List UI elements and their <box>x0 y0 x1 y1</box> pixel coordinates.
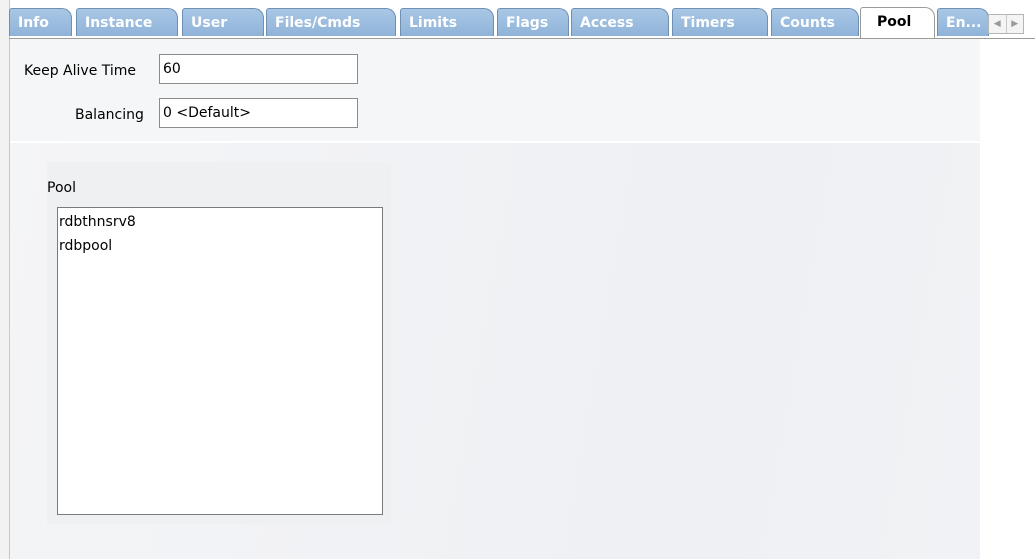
tab-instance[interactable]: Instance <box>76 8 178 36</box>
tab-access[interactable]: Access <box>571 8 669 36</box>
chevron-left-icon[interactable]: ◀ <box>989 15 1006 33</box>
tab-limits[interactable]: Limits <box>400 8 494 36</box>
tab-env[interactable]: En... <box>937 8 989 36</box>
settings-panel <box>10 39 980 143</box>
keep-alive-time-label: Keep Alive Time <box>24 63 137 79</box>
list-item[interactable]: rdbthnsrv8 <box>58 210 382 234</box>
window-left-edge <box>0 0 10 559</box>
balancing-label: Balancing <box>75 107 144 123</box>
keep-alive-time-field[interactable]: 60 <box>159 54 358 84</box>
list-item[interactable]: rdbpool <box>58 234 382 258</box>
balancing-field[interactable]: 0 <Default> <box>159 98 358 128</box>
section-divider <box>10 141 980 143</box>
pool-listbox[interactable]: rdbthnsrv8 rdbpool <box>57 207 383 515</box>
right-blank-area <box>980 39 1035 559</box>
tab-info[interactable]: Info <box>9 8 72 36</box>
tab-flags[interactable]: Flags <box>497 8 569 36</box>
tab-scroll-buttons: ◀ ▶ <box>988 14 1024 34</box>
tab-timers[interactable]: Timers <box>672 8 768 36</box>
tab-user[interactable]: User <box>182 8 264 36</box>
tab-bar: Info Instance User Files/Cmds Limits Fla… <box>9 7 1035 39</box>
tab-counts[interactable]: Counts <box>771 8 859 36</box>
tab-files-cmds[interactable]: Files/Cmds <box>266 8 396 36</box>
pool-properties-window: Info Instance User Files/Cmds Limits Fla… <box>0 0 1035 559</box>
tab-pool[interactable]: Pool <box>860 7 935 38</box>
chevron-right-icon[interactable]: ▶ <box>1005 15 1024 33</box>
pool-label: Pool <box>47 180 76 196</box>
